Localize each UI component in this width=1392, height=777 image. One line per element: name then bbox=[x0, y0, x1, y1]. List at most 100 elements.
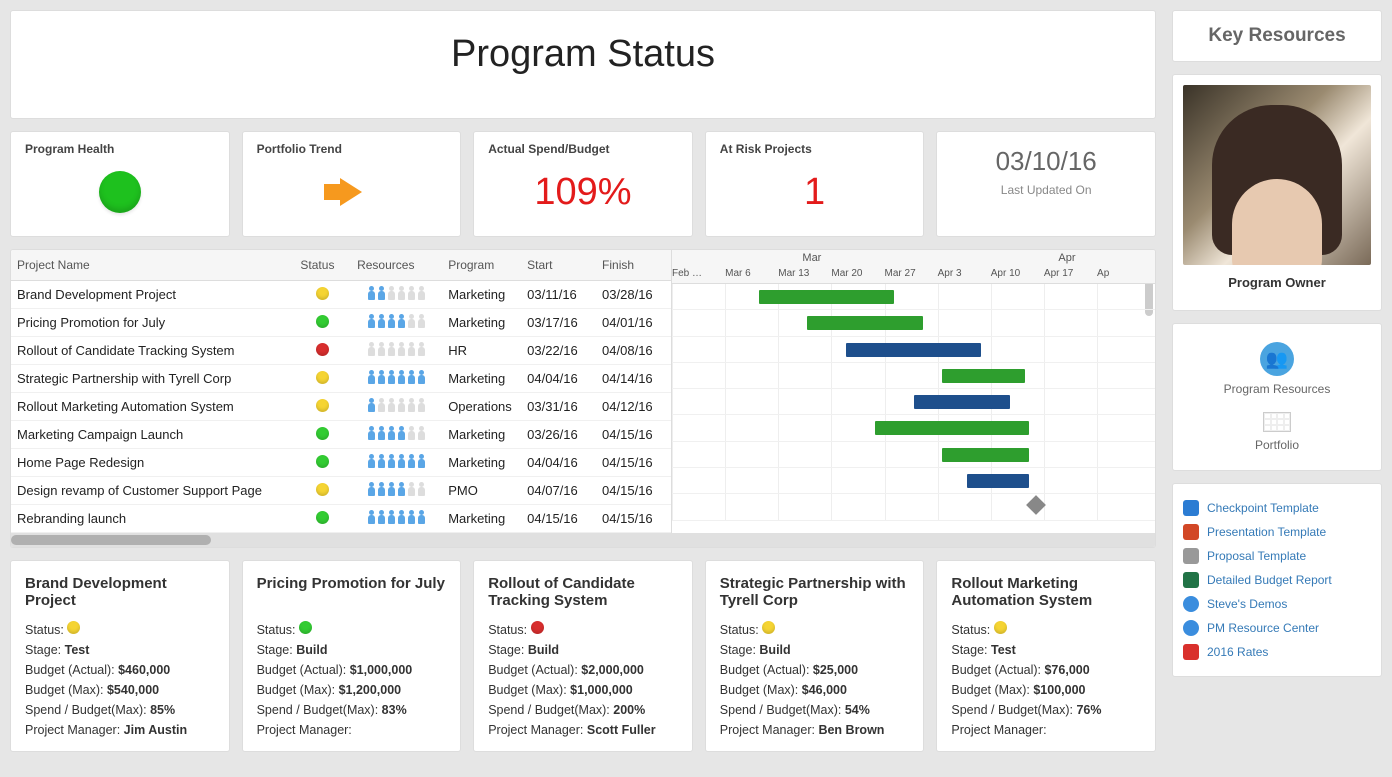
project-name-cell[interactable]: Rollout Marketing Automation System bbox=[11, 393, 294, 421]
col-status[interactable]: Status bbox=[294, 250, 351, 281]
status-dot-icon bbox=[531, 621, 544, 634]
resource-link[interactable]: Detailed Budget Report bbox=[1183, 568, 1371, 592]
scrollbar-thumb[interactable] bbox=[11, 535, 211, 545]
updated-date: 03/10/16 bbox=[951, 146, 1141, 177]
col-program[interactable]: Program bbox=[442, 250, 521, 281]
finish-cell: 04/12/16 bbox=[596, 393, 671, 421]
project-card[interactable]: Strategic Partnership with Tyrell CorpSt… bbox=[705, 560, 925, 752]
table-row[interactable]: Rebranding launchMarketing04/15/1604/15/… bbox=[11, 505, 671, 533]
resources-cell bbox=[351, 477, 442, 505]
people-icon bbox=[367, 510, 426, 524]
status-dot-icon bbox=[316, 427, 329, 440]
portfolio-link[interactable]: Portfolio bbox=[1183, 438, 1371, 452]
col-resources[interactable]: Resources bbox=[351, 250, 442, 281]
gantt-row[interactable] bbox=[672, 415, 1155, 441]
gantt-bar[interactable] bbox=[914, 395, 1011, 409]
gantt-week-label: Ap bbox=[1097, 268, 1109, 279]
gantt-row[interactable] bbox=[672, 310, 1155, 336]
project-name-cell[interactable]: Rollout of Candidate Tracking System bbox=[11, 337, 294, 365]
table-row[interactable]: Pricing Promotion for JulyMarketing03/17… bbox=[11, 309, 671, 337]
table-row[interactable]: Home Page RedesignMarketing04/04/1604/15… bbox=[11, 449, 671, 477]
project-name-cell[interactable]: Brand Development Project bbox=[11, 281, 294, 309]
resource-link[interactable]: Checkpoint Template bbox=[1183, 496, 1371, 520]
project-card[interactable]: Rollout of Candidate Tracking SystemStat… bbox=[473, 560, 693, 752]
gantt-row[interactable] bbox=[672, 389, 1155, 415]
table-row[interactable]: Rollout Marketing Automation SystemOpera… bbox=[11, 393, 671, 421]
project-name-cell[interactable]: Marketing Campaign Launch bbox=[11, 421, 294, 449]
col-finish[interactable]: Finish bbox=[596, 250, 671, 281]
gantt-bar[interactable] bbox=[807, 316, 923, 330]
finish-cell: 04/14/16 bbox=[596, 365, 671, 393]
milestone-icon[interactable] bbox=[1027, 495, 1047, 515]
status-cell bbox=[294, 309, 351, 337]
project-name-cell[interactable]: Design revamp of Customer Support Page bbox=[11, 477, 294, 505]
kpi-spend: Actual Spend/Budget 109% bbox=[473, 131, 693, 237]
resource-link[interactable]: Presentation Template bbox=[1183, 520, 1371, 544]
card-row: Budget (Max): $1,200,000 bbox=[257, 683, 447, 697]
table-row[interactable]: Strategic Partnership with Tyrell CorpMa… bbox=[11, 365, 671, 393]
kpi-health-label: Program Health bbox=[25, 142, 215, 156]
gantt-row[interactable] bbox=[672, 494, 1155, 520]
project-card[interactable]: Pricing Promotion for JulyStatus: Stage:… bbox=[242, 560, 462, 752]
resource-link[interactable]: Proposal Template bbox=[1183, 544, 1371, 568]
horizontal-scrollbar[interactable] bbox=[11, 533, 1155, 547]
status-cell bbox=[294, 337, 351, 365]
status-dot-icon bbox=[316, 371, 329, 384]
table-row[interactable]: Marketing Campaign LaunchMarketing03/26/… bbox=[11, 421, 671, 449]
col-start[interactable]: Start bbox=[521, 250, 596, 281]
gantt-bar[interactable] bbox=[846, 343, 981, 357]
gantt-bar[interactable] bbox=[942, 448, 1029, 462]
program-cell: Marketing bbox=[442, 281, 521, 309]
grid-icon[interactable] bbox=[1263, 412, 1291, 432]
gantt-row[interactable] bbox=[672, 468, 1155, 494]
status-dot-icon bbox=[316, 399, 329, 412]
resources-cell bbox=[351, 337, 442, 365]
project-cards: Brand Development ProjectStatus: Stage: … bbox=[10, 560, 1156, 752]
table-row[interactable]: Rollout of Candidate Tracking SystemHR03… bbox=[11, 337, 671, 365]
card-row: Budget (Max): $100,000 bbox=[951, 683, 1141, 697]
resource-link[interactable]: Steve's Demos bbox=[1183, 592, 1371, 616]
finish-cell: 04/15/16 bbox=[596, 477, 671, 505]
people-icon[interactable]: 👥 bbox=[1260, 342, 1294, 376]
project-card[interactable]: Brand Development ProjectStatus: Stage: … bbox=[10, 560, 230, 752]
updated-label: Last Updated On bbox=[951, 183, 1141, 197]
project-name-cell[interactable]: Pricing Promotion for July bbox=[11, 309, 294, 337]
card-row: Spend / Budget(Max): 54% bbox=[720, 703, 910, 717]
card-row: Project Manager: bbox=[257, 723, 447, 737]
gantt-bar[interactable] bbox=[967, 474, 1030, 488]
kpi-health: Program Health bbox=[10, 131, 230, 237]
finish-cell: 04/15/16 bbox=[596, 421, 671, 449]
status-dot-icon bbox=[316, 455, 329, 468]
card-row: Budget (Max): $540,000 bbox=[25, 683, 215, 697]
resource-link[interactable]: 2016 Rates bbox=[1183, 640, 1371, 664]
gantt-bar[interactable] bbox=[942, 369, 1024, 383]
table-row[interactable]: Brand Development Project Marketing03/11/… bbox=[11, 281, 671, 309]
gantt-row[interactable] bbox=[672, 284, 1155, 310]
start-cell: 03/22/16 bbox=[521, 337, 596, 365]
resource-link[interactable]: PM Resource Center bbox=[1183, 616, 1371, 640]
finish-cell: 04/08/16 bbox=[596, 337, 671, 365]
gantt-row[interactable] bbox=[672, 363, 1155, 389]
card-row: Project Manager: bbox=[951, 723, 1141, 737]
file-icon bbox=[1183, 596, 1199, 612]
project-name-cell[interactable]: Rebranding launch bbox=[11, 505, 294, 533]
gantt-bar[interactable] bbox=[759, 290, 894, 304]
table-row[interactable]: Design revamp of Customer Support PagePM… bbox=[11, 477, 671, 505]
gantt-row[interactable] bbox=[672, 442, 1155, 468]
people-icon bbox=[367, 370, 426, 384]
people-icon bbox=[367, 482, 426, 496]
start-cell: 03/11/16 bbox=[521, 281, 596, 309]
finish-cell: 04/01/16 bbox=[596, 309, 671, 337]
project-name-cell[interactable]: Home Page Redesign bbox=[11, 449, 294, 477]
card-title: Rollout of Candidate Tracking System bbox=[488, 575, 678, 611]
card-row: Spend / Budget(Max): 85% bbox=[25, 703, 215, 717]
gantt-row[interactable] bbox=[672, 337, 1155, 363]
project-name-cell[interactable]: Strategic Partnership with Tyrell Corp bbox=[11, 365, 294, 393]
project-card[interactable]: Rollout Marketing Automation SystemStatu… bbox=[936, 560, 1156, 752]
gantt-body bbox=[672, 284, 1155, 521]
program-resources-link[interactable]: Program Resources bbox=[1183, 382, 1371, 396]
col-name[interactable]: Project Name bbox=[11, 250, 294, 281]
status-cell bbox=[294, 477, 351, 505]
gantt-bar[interactable] bbox=[875, 421, 1030, 435]
gantt-week-label: Mar 6 bbox=[725, 268, 751, 279]
